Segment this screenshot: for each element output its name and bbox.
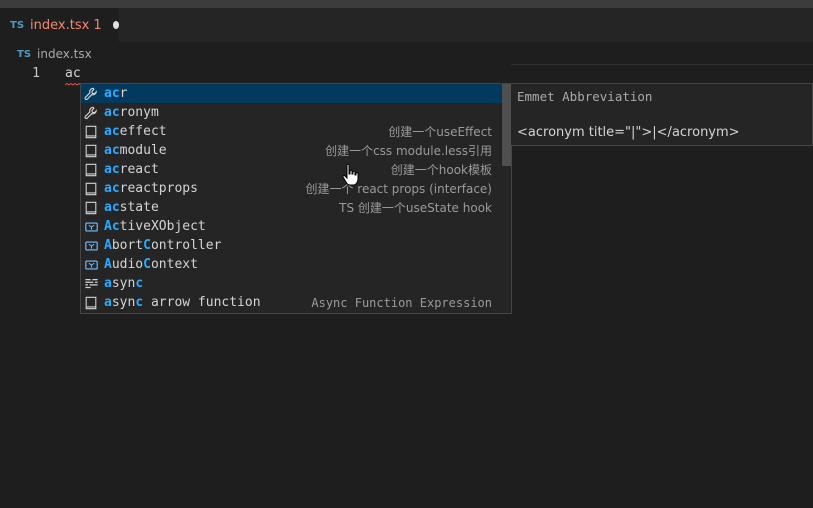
details-body: <acronym title="|">|</acronym> [517, 125, 740, 140]
snippet-icon [83, 124, 99, 140]
suggest-widget[interactable]: acr acronym aceffect 创建一个useEffect acmodule 创… [80, 83, 512, 314]
details-title: Emmet Abbreviation [517, 89, 653, 104]
suggestion-item[interactable]: acr [81, 84, 502, 103]
typescript-icon: TS [17, 48, 32, 60]
suggest-scrollbar[interactable] [502, 84, 511, 166]
snippet-icon [83, 143, 99, 159]
suggestion-item[interactable]: acmodule 创建一个css module.less引用 [81, 141, 502, 160]
keyword-icon [83, 276, 99, 292]
suggestion-detail: 创建一个hook模板 [390, 163, 492, 177]
suggestion-item[interactable]: acstate TS 创建一个useState hook [81, 198, 502, 217]
suggestion-detail: 创建一个 react props (interface) [305, 182, 492, 196]
wrench-icon [83, 86, 99, 102]
suggestion-label: acmodule [104, 143, 167, 158]
suggestion-item[interactable]: async [81, 274, 502, 293]
snippet-icon [83, 295, 99, 311]
variable-icon [83, 238, 99, 254]
suggestion-item[interactable]: AudioContext [81, 255, 502, 274]
suggestion-label: acstate [104, 200, 159, 215]
suggestion-item[interactable]: acronym [81, 103, 502, 122]
tab-bar: TS index.tsx 1 [0, 8, 813, 42]
typescript-icon: TS [10, 19, 25, 31]
tab-index-tsx[interactable]: TS index.tsx 1 [0, 8, 119, 42]
suggestion-detail: 创建一个css module.less引用 [325, 144, 492, 158]
suggestion-item[interactable]: AbortController [81, 236, 502, 255]
variable-icon [83, 219, 99, 235]
suggest-details: Emmet Abbreviation <acronym title="|">|<… [511, 83, 813, 146]
suggestion-item[interactable]: async arrow function Async Function Expre… [81, 293, 502, 312]
snippet-icon [83, 162, 99, 178]
wrench-icon [83, 105, 99, 121]
code-line[interactable]: ac [65, 66, 81, 81]
tab-label: index.tsx 1 [30, 17, 102, 33]
variable-icon [83, 257, 99, 273]
suggestion-detail: 创建一个useEffect [388, 125, 492, 139]
suggestion-label: AbortController [104, 238, 222, 253]
title-bar [0, 0, 813, 8]
current-line-border [511, 64, 813, 65]
suggestion-label: async arrow function [104, 295, 261, 310]
suggestion-item[interactable]: acreact 创建一个hook模板 [81, 160, 502, 179]
suggestion-item[interactable]: aceffect 创建一个useEffect [81, 122, 502, 141]
error-squiggle [65, 83, 81, 86]
suggestion-label: acronym [104, 105, 159, 120]
suggestion-label: acr [104, 86, 128, 101]
unsaved-dot-icon[interactable] [112, 21, 119, 29]
suggestion-label: acreactprops [104, 181, 198, 196]
line-number: 1 [32, 66, 40, 81]
breadcrumb[interactable]: TS index.tsx [17, 44, 92, 64]
suggestion-label: async [104, 276, 144, 291]
breadcrumb-file[interactable]: index.tsx [37, 47, 92, 61]
suggestion-item[interactable]: acreactprops 创建一个 react props (interface) [81, 179, 502, 198]
suggestion-label: acreact [104, 162, 159, 177]
snippet-icon [83, 200, 99, 216]
suggestion-detail: Async Function Expression [311, 295, 492, 310]
suggestion-label: AudioContext [104, 257, 198, 272]
suggestion-label: ActiveXObject [104, 219, 206, 234]
hand-cursor-icon [342, 163, 359, 186]
suggestion-label: aceffect [104, 124, 167, 139]
snippet-icon [83, 181, 99, 197]
suggestion-item[interactable]: ActiveXObject [81, 217, 502, 236]
suggestion-detail: TS 创建一个useState hook [339, 201, 492, 215]
